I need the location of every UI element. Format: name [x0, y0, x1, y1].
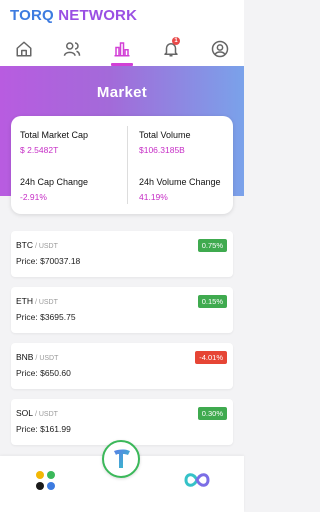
coin-symbol-text: BNB — [16, 352, 34, 362]
brand-logo-part2: NETWORK — [58, 7, 138, 24]
nav-profile[interactable] — [200, 32, 240, 66]
coin-price: Price: $161.99 — [16, 424, 71, 434]
nav-market[interactable] — [102, 32, 142, 66]
volume-change-value: 41.19% — [139, 192, 168, 202]
apps-dots-icon — [36, 471, 44, 479]
coin-price: Price: $3695.75 — [16, 312, 76, 322]
users-icon — [63, 42, 81, 56]
coin-price: Price: $70037.18 — [16, 256, 81, 266]
coin-symbol: BTC / USDT — [16, 240, 58, 250]
page-title: Market — [96, 84, 148, 101]
coin-symbol: SOL / USDT — [16, 408, 58, 418]
coin-pair: / USDT — [33, 411, 58, 418]
infinity-icon — [184, 473, 210, 487]
coin-symbol-text: BTC — [16, 240, 33, 250]
app-header: TORQ NETWORK 1 — [0, 0, 244, 66]
infinity-button[interactable] — [183, 468, 211, 492]
coin-symbol-text: SOL — [16, 408, 34, 418]
torq-home-button[interactable] — [102, 440, 140, 478]
coin-symbol-text: ETH — [16, 296, 33, 306]
coin-card-sol[interactable]: SOL / USDT Price: $161.99 0.30% — [11, 399, 233, 445]
coin-pair: / USDT — [33, 355, 59, 362]
coin-card-eth[interactable]: ETH / USDT Price: $3695.75 0.15% — [11, 287, 233, 333]
nav-home[interactable] — [4, 32, 44, 66]
apps-dots-icon — [36, 482, 44, 490]
coin-symbol: BNB / USDT — [16, 352, 58, 362]
change-badge: 0.75% — [197, 239, 227, 252]
total-volume-value: $106.3185B — [139, 145, 185, 155]
apps-button[interactable] — [33, 468, 59, 494]
brand-logo: TORQ NETWORK — [10, 6, 137, 26]
brand-logo-part1: TORQ — [10, 7, 59, 24]
stats-divider — [127, 126, 128, 204]
change-badge: 0.15% — [197, 295, 227, 308]
nav-users[interactable] — [52, 32, 92, 66]
coin-card-btc[interactable]: BTC / USDT Price: $70037.18 0.75% — [11, 231, 233, 277]
market-stats-card: Total Market Cap $ 2.5482T Total Volume … — [11, 116, 233, 214]
volume-change-label: 24h Volume Change — [139, 177, 221, 187]
profile-icon — [211, 40, 229, 58]
coin-card-bnb[interactable]: BNB / USDT Price: $650.60 -4.01% — [11, 343, 233, 389]
coin-pair: / USDT — [33, 299, 58, 306]
change-badge: 0.30% — [197, 407, 227, 420]
cap-change-value: -2.91% — [20, 192, 47, 202]
bar-chart-icon — [114, 42, 130, 57]
total-volume-label: Total Volume — [139, 130, 191, 140]
home-icon — [16, 41, 32, 57]
coin-pair: / USDT — [33, 243, 58, 250]
coin-symbol: ETH / USDT — [16, 296, 58, 306]
change-badge: -4.01% — [195, 351, 227, 364]
apps-dots-icon — [47, 471, 55, 479]
notification-badge: 1 — [172, 37, 180, 45]
nav-notifications[interactable]: 1 — [151, 32, 191, 66]
top-nav: 1 — [0, 32, 244, 66]
total-market-cap-label: Total Market Cap — [20, 130, 89, 140]
cap-change-label: 24h Cap Change — [20, 177, 89, 187]
total-market-cap-value: $ 2.5482T — [20, 145, 59, 155]
apps-dots-icon — [47, 482, 55, 490]
torq-logo-icon — [114, 449, 130, 468]
coin-price: Price: $650.60 — [16, 368, 71, 378]
